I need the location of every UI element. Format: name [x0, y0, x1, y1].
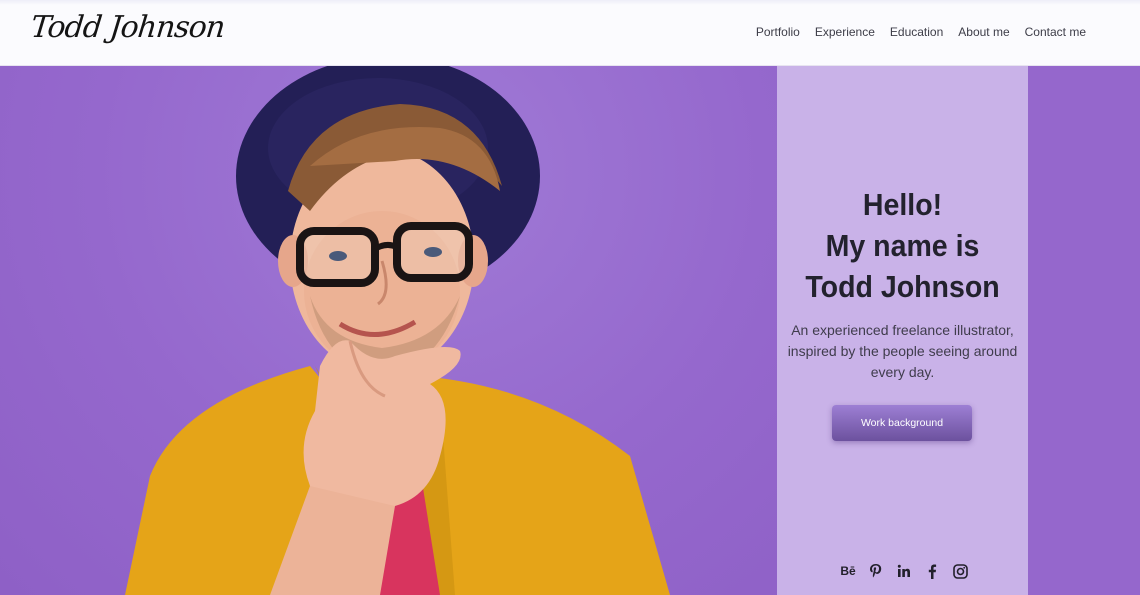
heading-line-hello: Hello! — [862, 187, 943, 222]
hero-heading: Hello! My name is Todd Johnson — [777, 184, 1028, 307]
intro-panel: Hello! My name is Todd Johnson An experi… — [777, 66, 1028, 595]
work-background-button[interactable]: Work background — [832, 405, 972, 441]
linkedin-icon[interactable] — [895, 562, 913, 580]
site-logo[interactable]: Todd Johnson — [29, 10, 226, 45]
nav-link-education[interactable]: Education — [890, 25, 943, 39]
pinterest-icon[interactable] — [867, 562, 885, 580]
main-nav: Portfolio Experience Education About me … — [756, 25, 1086, 39]
top-navigation-bar: Todd Johnson Portfolio Experience Educat… — [0, 0, 1140, 66]
facebook-icon[interactable] — [923, 562, 941, 580]
nav-link-about-me[interactable]: About me — [958, 25, 1009, 39]
hero-section: Hello! My name is Todd Johnson An experi… — [0, 66, 1140, 595]
hero-portrait-photo — [125, 66, 670, 595]
social-links: Bē — [839, 562, 969, 580]
nav-link-portfolio[interactable]: Portfolio — [756, 25, 800, 39]
heading-line-name: Todd Johnson — [805, 269, 1000, 304]
instagram-icon[interactable] — [951, 562, 969, 580]
nav-link-experience[interactable]: Experience — [815, 25, 875, 39]
nav-link-contact-me[interactable]: Contact me — [1025, 25, 1086, 39]
behance-icon[interactable]: Bē — [839, 562, 857, 580]
heading-line-my-name-is: My name is — [825, 228, 980, 263]
intro-text: An experienced freelance illustrator, in… — [787, 322, 1018, 380]
